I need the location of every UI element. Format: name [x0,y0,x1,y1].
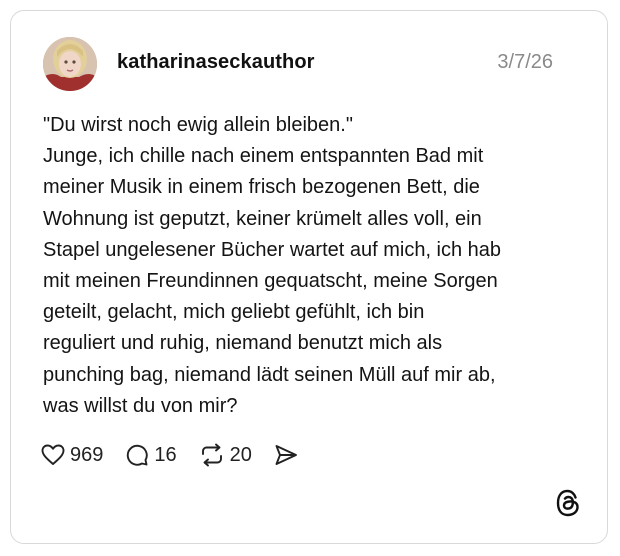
post-card: katharinaseckauthor 3/7/26 "Du wirst noc… [10,10,608,544]
avatar-photo-icon [43,37,97,91]
post-text-line: Wohnung ist geputzt, keiner krümelt alle… [43,207,482,230]
reply-button[interactable]: 16 [125,443,177,467]
repost-count: 20 [229,443,252,466]
reply-count: 16 [154,443,177,466]
post-text-line: Stapel ungelesener Bücher wartet auf mic… [43,238,502,261]
post-actions: 969 16 20 [41,441,320,469]
post-text-line: "Du wirst noch ewig allein bleiben." [43,114,353,136]
avatar[interactable] [43,37,97,91]
repost-button[interactable]: 20 [199,443,252,467]
like-count: 969 [70,443,104,466]
post-text-line: was willst du von mir? [43,394,238,417]
repost-icon [201,443,222,467]
post-date: 3/7/26 [497,51,553,73]
post-text-line: meiner Musik in einem frisch bezogenen B… [43,176,480,199]
threads-logo-icon [555,489,581,517]
share-button[interactable] [274,444,298,466]
post-text-line: geteilt, gelacht, mich geliebt gefühlt, … [43,301,425,324]
comment-icon [127,444,149,466]
send-icon [275,445,297,465]
username[interactable]: katharinaseckauthor [117,51,315,74]
post-text-line: Junge, ich chille nach einem entspannten… [43,145,484,168]
post-text-line: mit meinen Freundinnen gequatscht, meine… [43,270,498,293]
heart-icon [41,444,65,465]
post-text-line: punching bag, niemand lädt seinen Müll a… [43,363,496,386]
post-text: "Du wirst noch ewig allein bleiben." Jun… [43,110,583,422]
like-button[interactable]: 969 [41,444,103,467]
post-text-line: reguliert und ruhig, niemand benutzt mic… [43,332,443,355]
